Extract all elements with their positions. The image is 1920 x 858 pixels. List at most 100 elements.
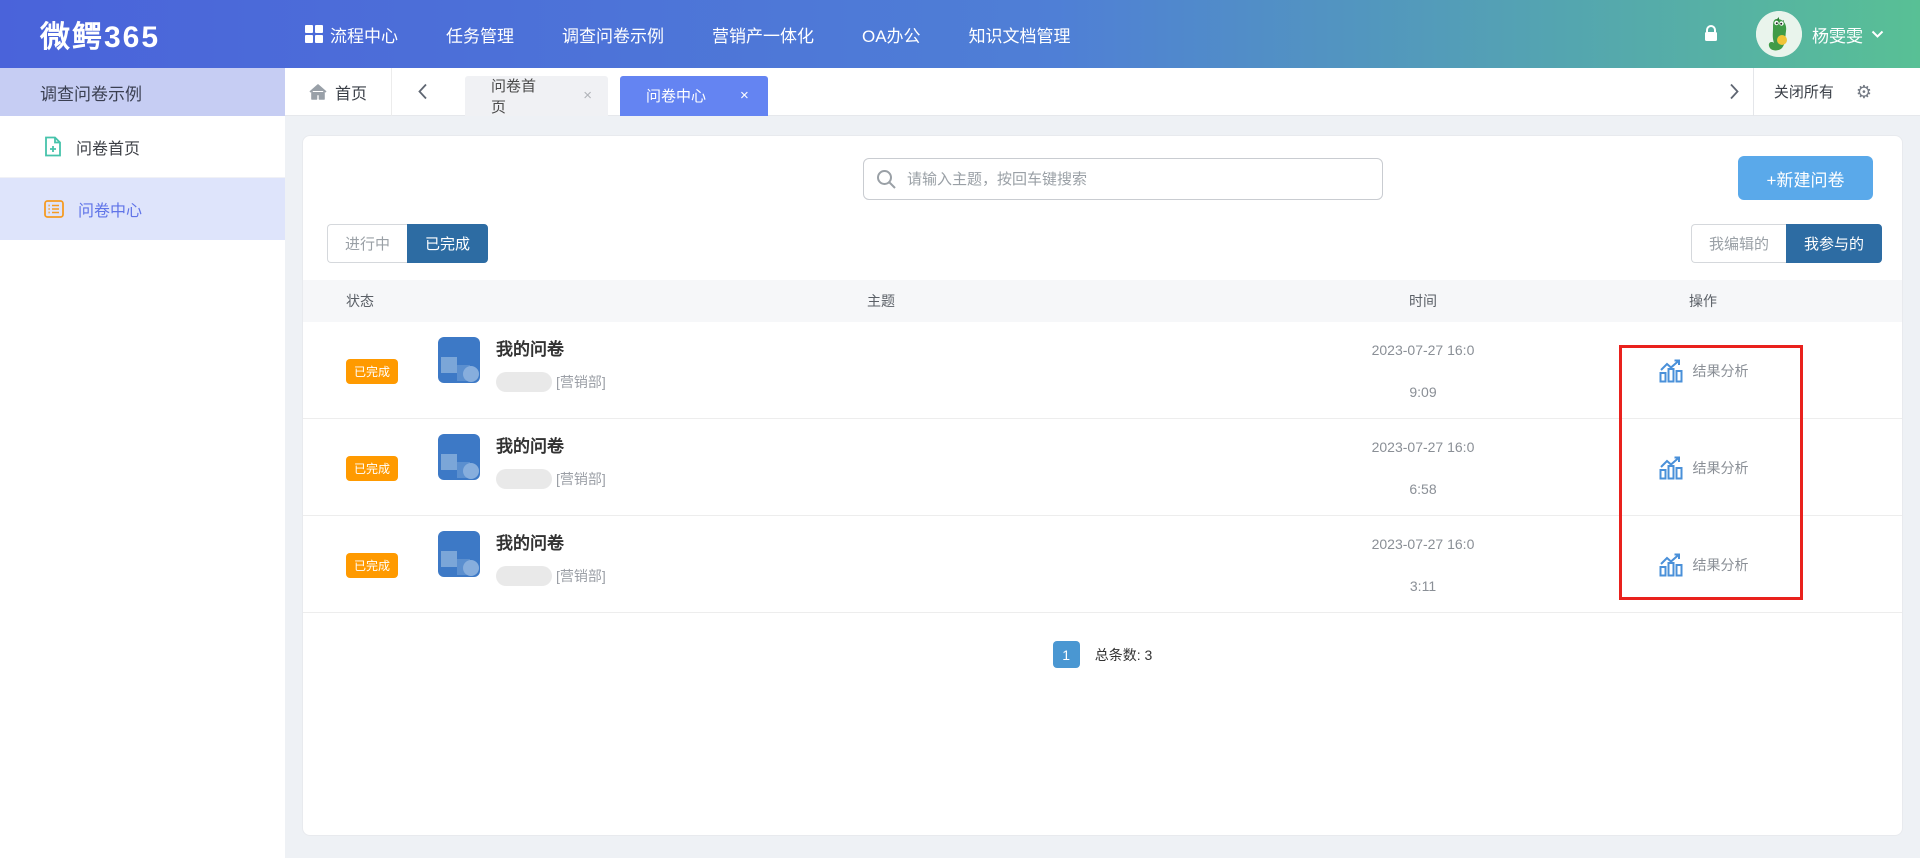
status-badge: 已完成 <box>346 553 398 578</box>
time-line2: 6:58 <box>1323 481 1523 497</box>
new-survey-button[interactable]: +新建问卷 <box>1738 156 1873 200</box>
lock-icon[interactable] <box>1702 24 1720 44</box>
divider <box>1753 68 1754 116</box>
nav-item-marketing-integration[interactable]: 营销产一体化 <box>712 22 814 47</box>
subject-text: 我的问卷 [营销部] <box>496 432 606 489</box>
result-analysis-button[interactable]: 结果分析 <box>1593 516 1813 613</box>
close-icon[interactable]: × <box>583 87 592 104</box>
nav-item-oa-office[interactable]: OA办公 <box>862 22 921 47</box>
table-row: 已完成 我的问卷 [营销部] 2023-07-27 16:0 9:09 <box>303 322 1902 419</box>
filter-i-participated[interactable]: 我参与的 <box>1786 224 1882 263</box>
filter-i-edited[interactable]: 我编辑的 <box>1691 224 1786 263</box>
table-row: 已完成 我的问卷 [营销部] 2023-07-27 16:0 6:58 <box>303 419 1902 516</box>
survey-byline: [营销部] <box>496 566 606 586</box>
column-header-action: 操作 <box>1593 280 1813 322</box>
nav-item-label: 调查问卷示例 <box>562 22 664 47</box>
result-analysis-label: 结果分析 <box>1693 555 1749 575</box>
sidebar: 调查问卷示例 问卷首页 问卷中心 <box>0 68 285 858</box>
time-line1: 2023-07-27 16:0 <box>1323 342 1523 358</box>
sidebar-item-label: 问卷中心 <box>78 197 142 221</box>
table-row: 已完成 我的问卷 [营销部] 2023-07-27 16:0 3:11 <box>303 516 1902 613</box>
search-input[interactable] <box>907 171 1370 188</box>
questionnaire-icon <box>436 529 482 579</box>
nav-item-knowledge-docs[interactable]: 知识文档管理 <box>969 22 1071 47</box>
questionnaire-icon <box>436 432 482 482</box>
close-all-button[interactable]: 关闭所有 <box>1774 81 1834 102</box>
tab-label: 问卷首页 <box>491 75 549 117</box>
user-name[interactable]: 杨雯雯 <box>1812 22 1863 47</box>
column-header-subject: 主题 <box>781 280 981 322</box>
page-1-button[interactable]: 1 <box>1053 641 1080 668</box>
survey-title[interactable]: 我的问卷 <box>496 335 606 360</box>
nav-item-label: OA办公 <box>862 22 921 47</box>
chart-icon <box>1658 552 1684 578</box>
redacted-name <box>496 469 552 489</box>
time-cell: 2023-07-27 16:0 6:58 <box>1323 419 1523 516</box>
main-content: +新建问卷 进行中 已完成 我编辑的 我参与的 状态 主题 时间 操作 已完成 <box>285 116 1920 858</box>
time-cell: 2023-07-27 16:0 3:11 <box>1323 516 1523 613</box>
sidebar-item-survey-home[interactable]: 问卷首页 <box>0 116 285 178</box>
nav-item-task-management[interactable]: 任务管理 <box>446 22 514 47</box>
dept-label: [营销部] <box>556 372 606 392</box>
status-badge: 已完成 <box>346 359 398 384</box>
redacted-name <box>496 566 552 586</box>
tab-home[interactable]: 首页 <box>285 68 392 116</box>
home-icon <box>309 84 327 100</box>
chevron-down-icon[interactable] <box>1871 30 1884 39</box>
time-line1: 2023-07-27 16:0 <box>1323 439 1523 455</box>
survey-byline: [营销部] <box>496 469 606 489</box>
sidebar-title: 调查问卷示例 <box>0 68 285 116</box>
survey-byline: [营销部] <box>496 372 606 392</box>
navbar-right: 杨雯雯 <box>1702 11 1884 57</box>
checklist-icon <box>44 200 64 218</box>
sidebar-item-survey-center[interactable]: 问卷中心 <box>0 178 285 240</box>
tab-bar: 首页 问卷首页 × 问卷中心 × 关闭所有 ⚙ <box>285 68 1920 116</box>
chart-icon <box>1658 358 1684 384</box>
column-header-time: 时间 <box>1323 280 1523 322</box>
close-icon[interactable]: × <box>740 87 749 104</box>
tab-survey-center[interactable]: 问卷中心 × <box>620 76 768 116</box>
top-navbar: 微鳄365 流程中心 任务管理 调查问卷示例 营销产一体化 OA办公 知识文档管… <box>0 0 1920 68</box>
tab-home-label: 首页 <box>335 80 367 104</box>
chevron-left-icon[interactable] <box>418 83 428 100</box>
status-badge: 已完成 <box>346 456 398 481</box>
app-logo[interactable]: 微鳄365 <box>40 12 205 56</box>
tab-survey-home[interactable]: 问卷首页 × <box>465 76 608 116</box>
survey-title[interactable]: 我的问卷 <box>496 432 606 457</box>
result-analysis-button[interactable]: 结果分析 <box>1593 419 1813 516</box>
grid-icon <box>305 25 323 43</box>
chevron-right-icon[interactable] <box>1729 83 1739 100</box>
nav-item-label: 营销产一体化 <box>712 22 814 47</box>
result-analysis-label: 结果分析 <box>1693 361 1749 381</box>
tab-label: 问卷中心 <box>646 85 706 106</box>
subject-cell: 我的问卷 [营销部] <box>436 432 606 489</box>
table-header: 状态 主题 时间 操作 <box>303 280 1902 322</box>
avatar[interactable] <box>1756 11 1802 57</box>
app-root: 微鳄365 流程中心 任务管理 调查问卷示例 营销产一体化 OA办公 知识文档管… <box>0 0 1920 858</box>
total-count-label: 总条数: 3 <box>1095 645 1153 665</box>
survey-title[interactable]: 我的问卷 <box>496 529 606 554</box>
chart-icon <box>1658 455 1684 481</box>
subject-cell: 我的问卷 [营销部] <box>436 335 606 392</box>
gear-icon[interactable]: ⚙ <box>1856 83 1872 101</box>
time-line2: 9:09 <box>1323 384 1523 400</box>
time-line1: 2023-07-27 16:0 <box>1323 536 1523 552</box>
nav-item-process-center[interactable]: 流程中心 <box>305 22 398 47</box>
status-filter-group: 进行中 已完成 <box>327 224 488 263</box>
filter-completed[interactable]: 已完成 <box>407 224 488 263</box>
tabbar-actions: 关闭所有 ⚙ <box>1729 68 1920 116</box>
nav-item-label: 流程中心 <box>330 22 398 47</box>
nav-item-survey-example[interactable]: 调查问卷示例 <box>562 22 664 47</box>
dept-label: [营销部] <box>556 566 606 586</box>
survey-list-card: +新建问卷 进行中 已完成 我编辑的 我参与的 状态 主题 时间 操作 已完成 <box>302 135 1903 836</box>
filter-in-progress[interactable]: 进行中 <box>327 224 407 263</box>
search-icon <box>876 169 897 190</box>
result-analysis-button[interactable]: 结果分析 <box>1593 322 1813 419</box>
dept-label: [营销部] <box>556 469 606 489</box>
subject-cell: 我的问卷 [营销部] <box>436 529 606 586</box>
questionnaire-icon <box>436 335 482 385</box>
time-line2: 3:11 <box>1323 578 1523 594</box>
sidebar-item-label: 问卷首页 <box>76 135 140 159</box>
column-header-status: 状态 <box>346 280 374 322</box>
pagination: 1 总条数: 3 <box>303 641 1902 668</box>
